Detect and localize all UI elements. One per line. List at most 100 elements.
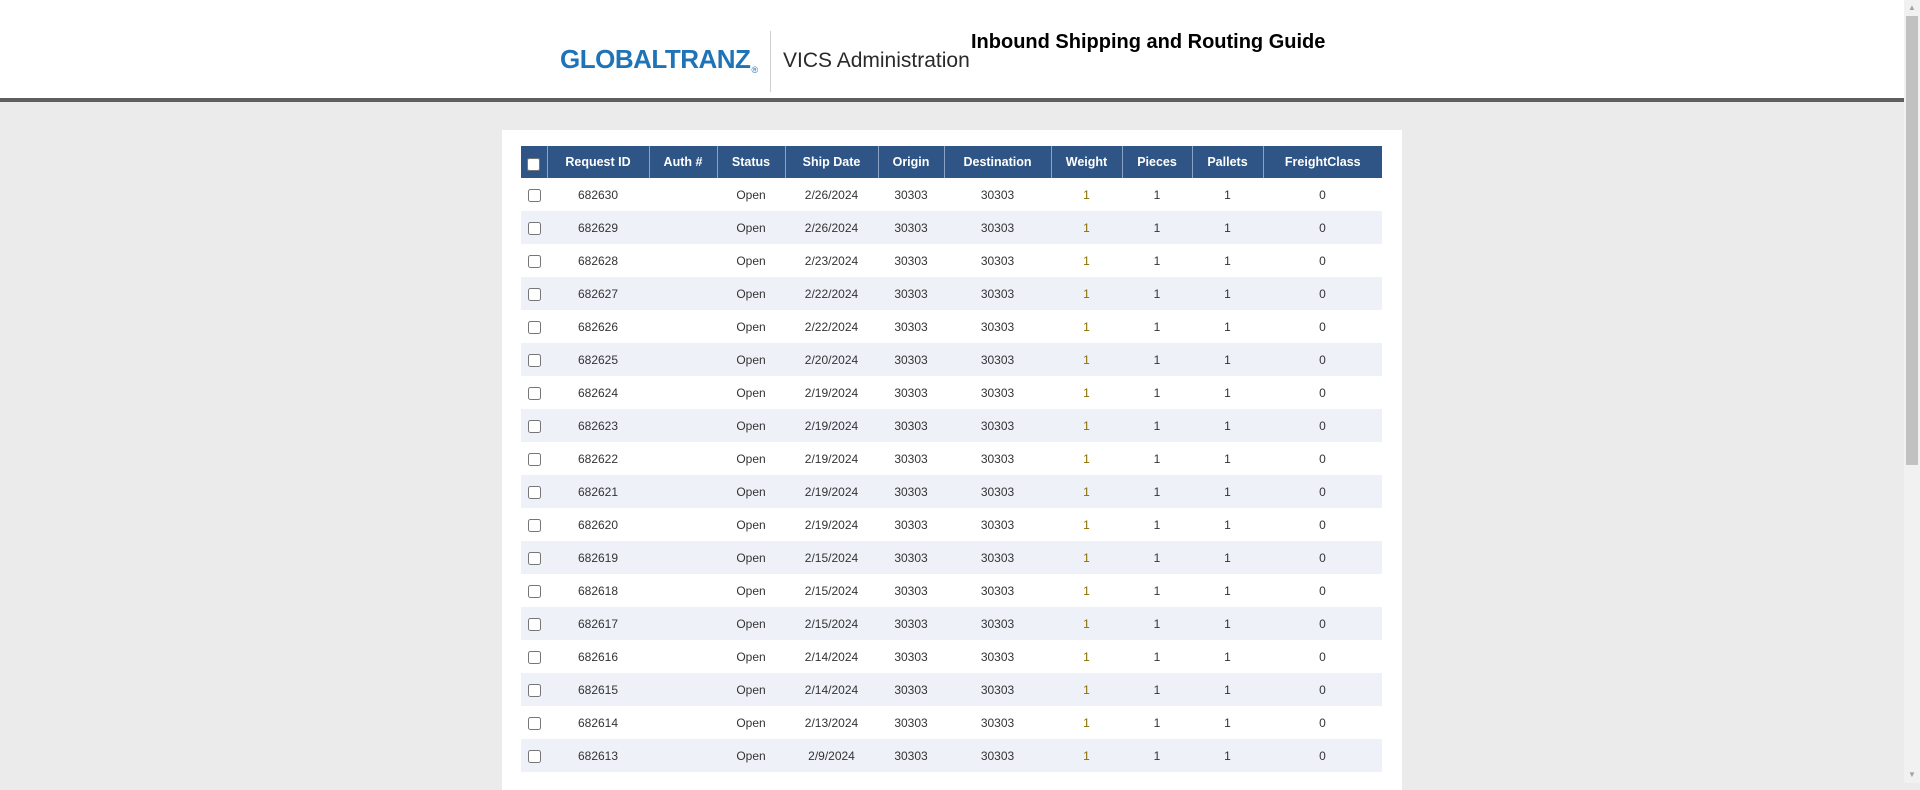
row-select-checkbox[interactable]	[527, 617, 541, 631]
row-select-cell	[521, 178, 547, 211]
cell-pallets: 1	[1224, 187, 1231, 202]
table-row[interactable]: 682627 Open 2/22/2024 30303 30303 1 1 1 0	[521, 277, 1382, 310]
cell-request-id[interactable]: 682623	[547, 409, 649, 442]
row-select-checkbox[interactable]	[527, 188, 541, 202]
cell-ship-date: 2/19/2024	[804, 517, 859, 532]
cell-destination: 30303	[944, 673, 1051, 706]
cell-origin: 30303	[894, 253, 928, 268]
column-header-request-id[interactable]: Request ID	[547, 146, 650, 178]
cell-request-id[interactable]: 682616	[547, 640, 649, 673]
row-select-checkbox[interactable]	[527, 518, 541, 532]
cell-request-id[interactable]: 682621	[547, 475, 649, 508]
table-row[interactable]: 682628 Open 2/23/2024 30303 30303 1 1 1 0	[521, 244, 1382, 277]
column-header-status[interactable]: Status	[717, 146, 786, 178]
row-select-checkbox[interactable]	[527, 683, 541, 697]
table-row[interactable]: 682629 Open 2/26/2024 30303 30303 1 1 1 0	[521, 211, 1382, 244]
table-row[interactable]: 682613 Open 2/9/2024 30303 30303 1 1 1 0	[521, 739, 1382, 772]
cell-weight: 1	[1083, 253, 1090, 268]
cell-status: Open	[736, 583, 766, 598]
row-select-checkbox[interactable]	[527, 650, 541, 664]
table-row[interactable]: 682618 Open 2/15/2024 30303 30303 1 1 1 0	[521, 574, 1382, 607]
column-header-freight-class[interactable]: FreightClass	[1263, 146, 1382, 178]
cell-request-id[interactable]: 682630	[547, 178, 649, 211]
cell-request-id[interactable]: 682626	[547, 310, 649, 343]
cell-request-id[interactable]: 682620	[547, 508, 649, 541]
cell-destination: 30303	[980, 649, 1015, 664]
cell-request-id[interactable]: 682628	[547, 244, 649, 277]
cell-request-id[interactable]: 682629	[547, 211, 649, 244]
cell-destination: 30303	[944, 739, 1051, 772]
cell-request-id[interactable]: 682627	[547, 277, 649, 310]
row-select-checkbox[interactable]	[527, 551, 541, 565]
cell-auth-number	[649, 376, 717, 409]
cell-pallets: 1	[1192, 739, 1263, 772]
cell-status: Open	[736, 451, 766, 466]
column-header-weight[interactable]: Weight	[1051, 146, 1123, 178]
table-row[interactable]: 682622 Open 2/19/2024 30303 30303 1 1 1 0	[521, 442, 1382, 475]
column-header-ship-date[interactable]: Ship Date	[785, 146, 879, 178]
row-select-checkbox[interactable]	[527, 320, 541, 334]
column-header-destination[interactable]: Destination	[944, 146, 1052, 178]
cell-request-id[interactable]: 682622	[547, 442, 649, 475]
cell-request-id[interactable]: 682614	[547, 706, 649, 739]
cell-auth-number	[649, 244, 717, 277]
table-row[interactable]: 682626 Open 2/22/2024 30303 30303 1 1 1 0	[521, 310, 1382, 343]
scroll-up-arrow-icon[interactable]: ▲	[1904, 0, 1920, 16]
row-select-checkbox[interactable]	[527, 419, 541, 433]
row-select-checkbox[interactable]	[527, 485, 541, 499]
cell-destination: 30303	[944, 607, 1051, 640]
row-select-checkbox[interactable]	[527, 287, 541, 301]
table-row[interactable]: 682616 Open 2/14/2024 30303 30303 1 1 1 0	[521, 640, 1382, 673]
cell-request-id[interactable]: 682619	[547, 541, 649, 574]
cell-pallets: 1	[1224, 385, 1231, 400]
column-header-pallets[interactable]: Pallets	[1192, 146, 1264, 178]
column-header-pieces[interactable]: Pieces	[1122, 146, 1193, 178]
cell-status: Open	[736, 253, 766, 268]
row-select-checkbox[interactable]	[527, 716, 541, 730]
cell-request-id[interactable]: 682617	[547, 607, 649, 640]
scroll-thumb[interactable]	[1906, 16, 1918, 465]
row-select-cell	[521, 310, 547, 343]
header-divider	[770, 31, 771, 92]
cell-freight-class: 0	[1319, 583, 1326, 598]
row-select-cell	[521, 376, 547, 409]
table-row[interactable]: 682623 Open 2/19/2024 30303 30303 1 1 1 0	[521, 409, 1382, 442]
cell-destination: 30303	[944, 343, 1051, 376]
globaltranz-logo[interactable]: GLOBALTRANZ®	[560, 44, 758, 75]
column-header-origin[interactable]: Origin	[878, 146, 945, 178]
table-row[interactable]: 682620 Open 2/19/2024 30303 30303 1 1 1 0	[521, 508, 1382, 541]
table-row[interactable]: 682619 Open 2/15/2024 30303 30303 1 1 1 0	[521, 541, 1382, 574]
cell-status: Open	[717, 343, 785, 376]
scroll-down-arrow-icon[interactable]: ▼	[1904, 767, 1920, 783]
table-row[interactable]: 682624 Open 2/19/2024 30303 30303 1 1 1 0	[521, 376, 1382, 409]
cell-request-id[interactable]: 682613	[547, 739, 649, 772]
table-row[interactable]: 682615 Open 2/14/2024 30303 30303 1 1 1 0	[521, 673, 1382, 706]
page-scrollbar[interactable]: ▲ ▼	[1904, 0, 1920, 783]
cell-request-id[interactable]: 682624	[547, 376, 649, 409]
cell-origin: 30303	[878, 475, 944, 508]
cell-weight: 1	[1051, 475, 1122, 508]
cell-request-id[interactable]: 682615	[547, 673, 649, 706]
row-select-checkbox[interactable]	[527, 452, 541, 466]
table-row[interactable]: 682614 Open 2/13/2024 30303 30303 1 1 1 0	[521, 706, 1382, 739]
column-header-auth[interactable]: Auth #	[649, 146, 718, 178]
row-select-checkbox[interactable]	[527, 353, 541, 367]
row-select-checkbox[interactable]	[527, 584, 541, 598]
cell-weight: 1	[1083, 319, 1090, 334]
cell-status: Open	[717, 541, 785, 574]
row-select-cell	[521, 277, 547, 310]
requests-table: Request ID Auth # Status Ship Date Origi…	[521, 146, 1382, 772]
row-select-cell	[521, 244, 547, 277]
row-select-checkbox[interactable]	[527, 254, 541, 268]
cell-ship-date: 2/19/2024	[785, 409, 878, 442]
row-select-checkbox[interactable]	[527, 386, 541, 400]
table-row[interactable]: 682630 Open 2/26/2024 30303 30303 1 1 1 0	[521, 178, 1382, 211]
row-select-checkbox[interactable]	[527, 749, 541, 763]
cell-request-id[interactable]: 682618	[547, 574, 649, 607]
cell-request-id[interactable]: 682625	[547, 343, 649, 376]
row-select-checkbox[interactable]	[527, 221, 541, 235]
table-row[interactable]: 682625 Open 2/20/2024 30303 30303 1 1 1 0	[521, 343, 1382, 376]
table-row[interactable]: 682621 Open 2/19/2024 30303 30303 1 1 1 0	[521, 475, 1382, 508]
table-row[interactable]: 682617 Open 2/15/2024 30303 30303 1 1 1 0	[521, 607, 1382, 640]
select-all-checkbox[interactable]	[527, 157, 541, 171]
